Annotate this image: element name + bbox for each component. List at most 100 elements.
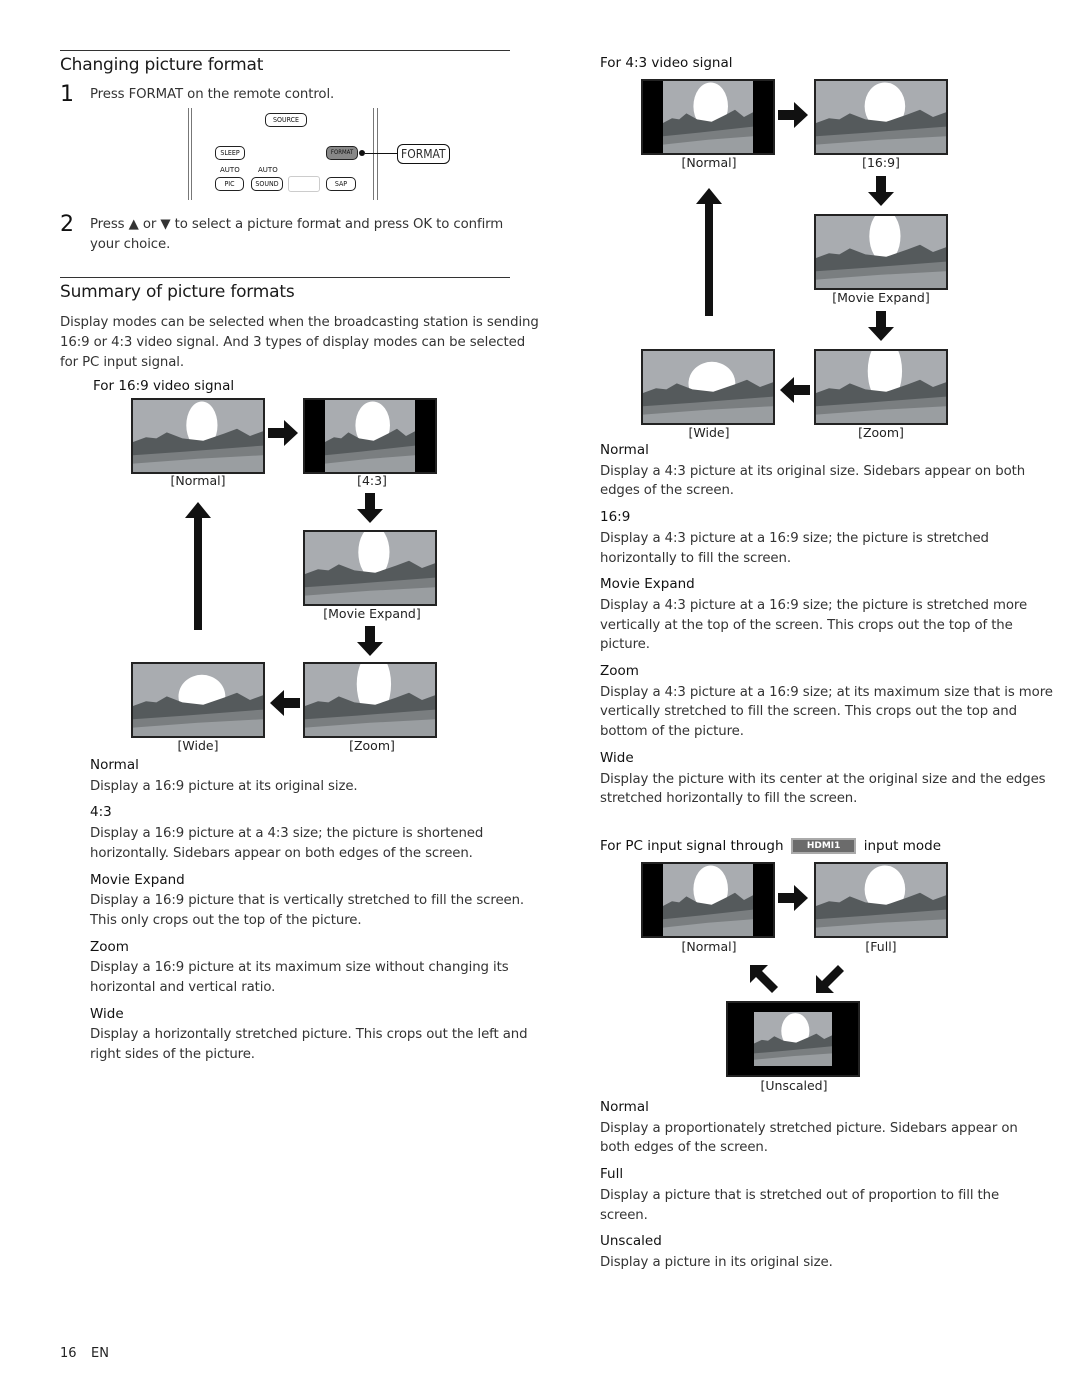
remote-sound-key: SOUND (251, 177, 283, 191)
remote-pic-key: PIC (215, 177, 244, 191)
arrow-up-long-icon (694, 186, 724, 322)
language-code: EN (91, 1346, 109, 1361)
caption-normal: [Normal] (681, 155, 737, 170)
section-divider (60, 277, 510, 278)
mode-title: Normal (600, 1099, 649, 1115)
screen-pc-normal (641, 862, 775, 938)
section-title-changing-format: Changing picture format (60, 55, 264, 75)
mode-description-line: right sides of the picture. (90, 1047, 255, 1063)
section-title-summary: Summary of picture formats (60, 282, 295, 302)
caption-normal: [Normal] (681, 939, 737, 954)
mode-description-line: Display a picture that is stretched out … (600, 1187, 1000, 1203)
mode-description-line: vertically stretched to fill the screen.… (600, 704, 1017, 720)
mode-title: Wide (600, 749, 634, 766)
mode-description-line: Display a 4:3 picture at a 16:9 size; th… (600, 530, 989, 546)
arrow-down-icon (355, 626, 385, 662)
mode-description-line: Display a 16:9 picture at a 4:3 size; th… (90, 826, 484, 842)
intro-line: for PC input signal. (60, 355, 185, 370)
mode-description-line: Display a 4:3 picture at a 16:9 size; th… (600, 597, 1028, 613)
screen-43 (303, 398, 437, 474)
intro-line: Display modes can be selected when the b… (60, 315, 539, 330)
screen-zoom (303, 662, 437, 738)
signal-169-heading: For 16:9 video signal (93, 378, 235, 394)
mode-description-line: Display a 4:3 picture at its original si… (600, 463, 1026, 479)
mode-description-line: Display a horizontally stretched picture… (90, 1027, 528, 1043)
intro-line: 16:9 or 4:3 video signal. And 3 types of… (60, 335, 526, 350)
mode-description-line: screen. (600, 1207, 648, 1223)
caption-zoom: [Zoom] (349, 738, 395, 753)
remote-sleep-key: SLEEP (215, 146, 245, 160)
caption-movie-expand: [Movie Expand] (323, 606, 421, 621)
callout-line (365, 153, 397, 154)
mode-description-line: edges of the screen. (600, 483, 734, 499)
caption-normal: [Normal] (170, 473, 226, 488)
remote-format-key: FORMAT (326, 146, 358, 160)
caption-wide: [Wide] (688, 425, 730, 440)
arrow-right-icon (778, 100, 810, 134)
mode-description-line: Display a 16:9 picture at its original s… (90, 778, 358, 794)
caption-movie-expand: [Movie Expand] (832, 290, 930, 305)
mode-title: Zoom (90, 938, 129, 955)
pc-heading-post: input mode (863, 838, 942, 854)
screen-pc-unscaled (726, 1001, 860, 1077)
arrow-left-icon (778, 375, 810, 409)
mode-description-line: Display a picture in its original size. (600, 1254, 833, 1270)
caption-zoom: [Zoom] (858, 425, 904, 440)
mode-description-line: stretched horizontally to fill the scree… (600, 791, 858, 807)
arrow-down-left-icon (814, 963, 846, 999)
mode-title: Movie Expand (90, 871, 185, 888)
screen-normal-169 (131, 398, 265, 474)
callout-format-label: FORMAT (397, 144, 450, 164)
page-number: 16 (60, 1346, 77, 1361)
signal-43-heading: For 4:3 video signal (600, 55, 733, 71)
screen-wide (641, 349, 775, 425)
remote-auto-label: AUTO (258, 166, 278, 174)
mode-description-line: horizontal and vertical ratio. (90, 980, 276, 995)
step-text-line: your choice. (90, 237, 171, 252)
step-number: 2 (60, 212, 74, 237)
mode-title: Wide (90, 1005, 124, 1022)
mode-title: 4:3 (90, 804, 112, 821)
arrow-down-icon (866, 176, 896, 212)
caption-4-3: [4:3] (357, 473, 387, 488)
mode-title: Normal (90, 757, 139, 773)
step-number: 1 (60, 82, 74, 107)
screen-16-9 (814, 79, 948, 155)
arrow-up-long-icon (183, 500, 213, 636)
mode-description-line: horizontally to fill the screen. (600, 550, 791, 566)
screen-normal-43 (641, 79, 775, 155)
mode-title: Movie Expand (600, 576, 695, 593)
remote-blank-key (288, 176, 320, 192)
arrow-down-icon (866, 311, 896, 347)
step-text-line: Press ▲ or ▼ to select a picture format … (90, 217, 504, 232)
screen-pc-full (814, 862, 948, 938)
remote-edge (188, 108, 192, 200)
mode-description-line: bottom of the picture. (600, 724, 744, 740)
caption-unscaled: [Unscaled] (760, 1078, 828, 1093)
remote-illustration: SOURCE SLEEP FORMAT FORMAT AUTO AUTO PIC… (188, 108, 468, 200)
mode-description-line: both edges of the screen. (600, 1140, 768, 1156)
mode-title: Zoom (600, 663, 639, 679)
mode-description-line: Display a 16:9 picture at its maximum si… (90, 960, 509, 976)
arrow-right-icon (268, 418, 300, 452)
screen-wide (131, 662, 265, 738)
step-text: Press FORMAT on the remote control. (90, 87, 335, 102)
mode-title: Full (600, 1166, 624, 1183)
mode-description-line: Display the picture with its center at t… (600, 771, 1046, 787)
caption-wide: [Wide] (177, 738, 219, 753)
caption-full: [Full] (865, 939, 897, 954)
pc-signal-heading: For PC input signal through HDMI1 input … (600, 838, 941, 854)
mode-title: Unscaled (600, 1233, 662, 1250)
arrow-down-icon (355, 493, 385, 529)
remote-auto-label: AUTO (220, 166, 240, 174)
screen-movie-expand (303, 530, 437, 606)
screen-movie-expand (814, 214, 948, 290)
mode-description-line: This only crops out the top of the pictu… (90, 912, 362, 928)
mode-description-line: Display a 16:9 picture that is verticall… (90, 893, 525, 909)
section-divider (60, 50, 510, 51)
mode-description-line: picture. (600, 637, 650, 653)
mode-title: 16:9 (600, 509, 631, 526)
remote-sap-key: SAP (326, 177, 356, 191)
screen-zoom (814, 349, 948, 425)
mode-description-line: Display a proportionately stretched pict… (600, 1120, 1018, 1136)
